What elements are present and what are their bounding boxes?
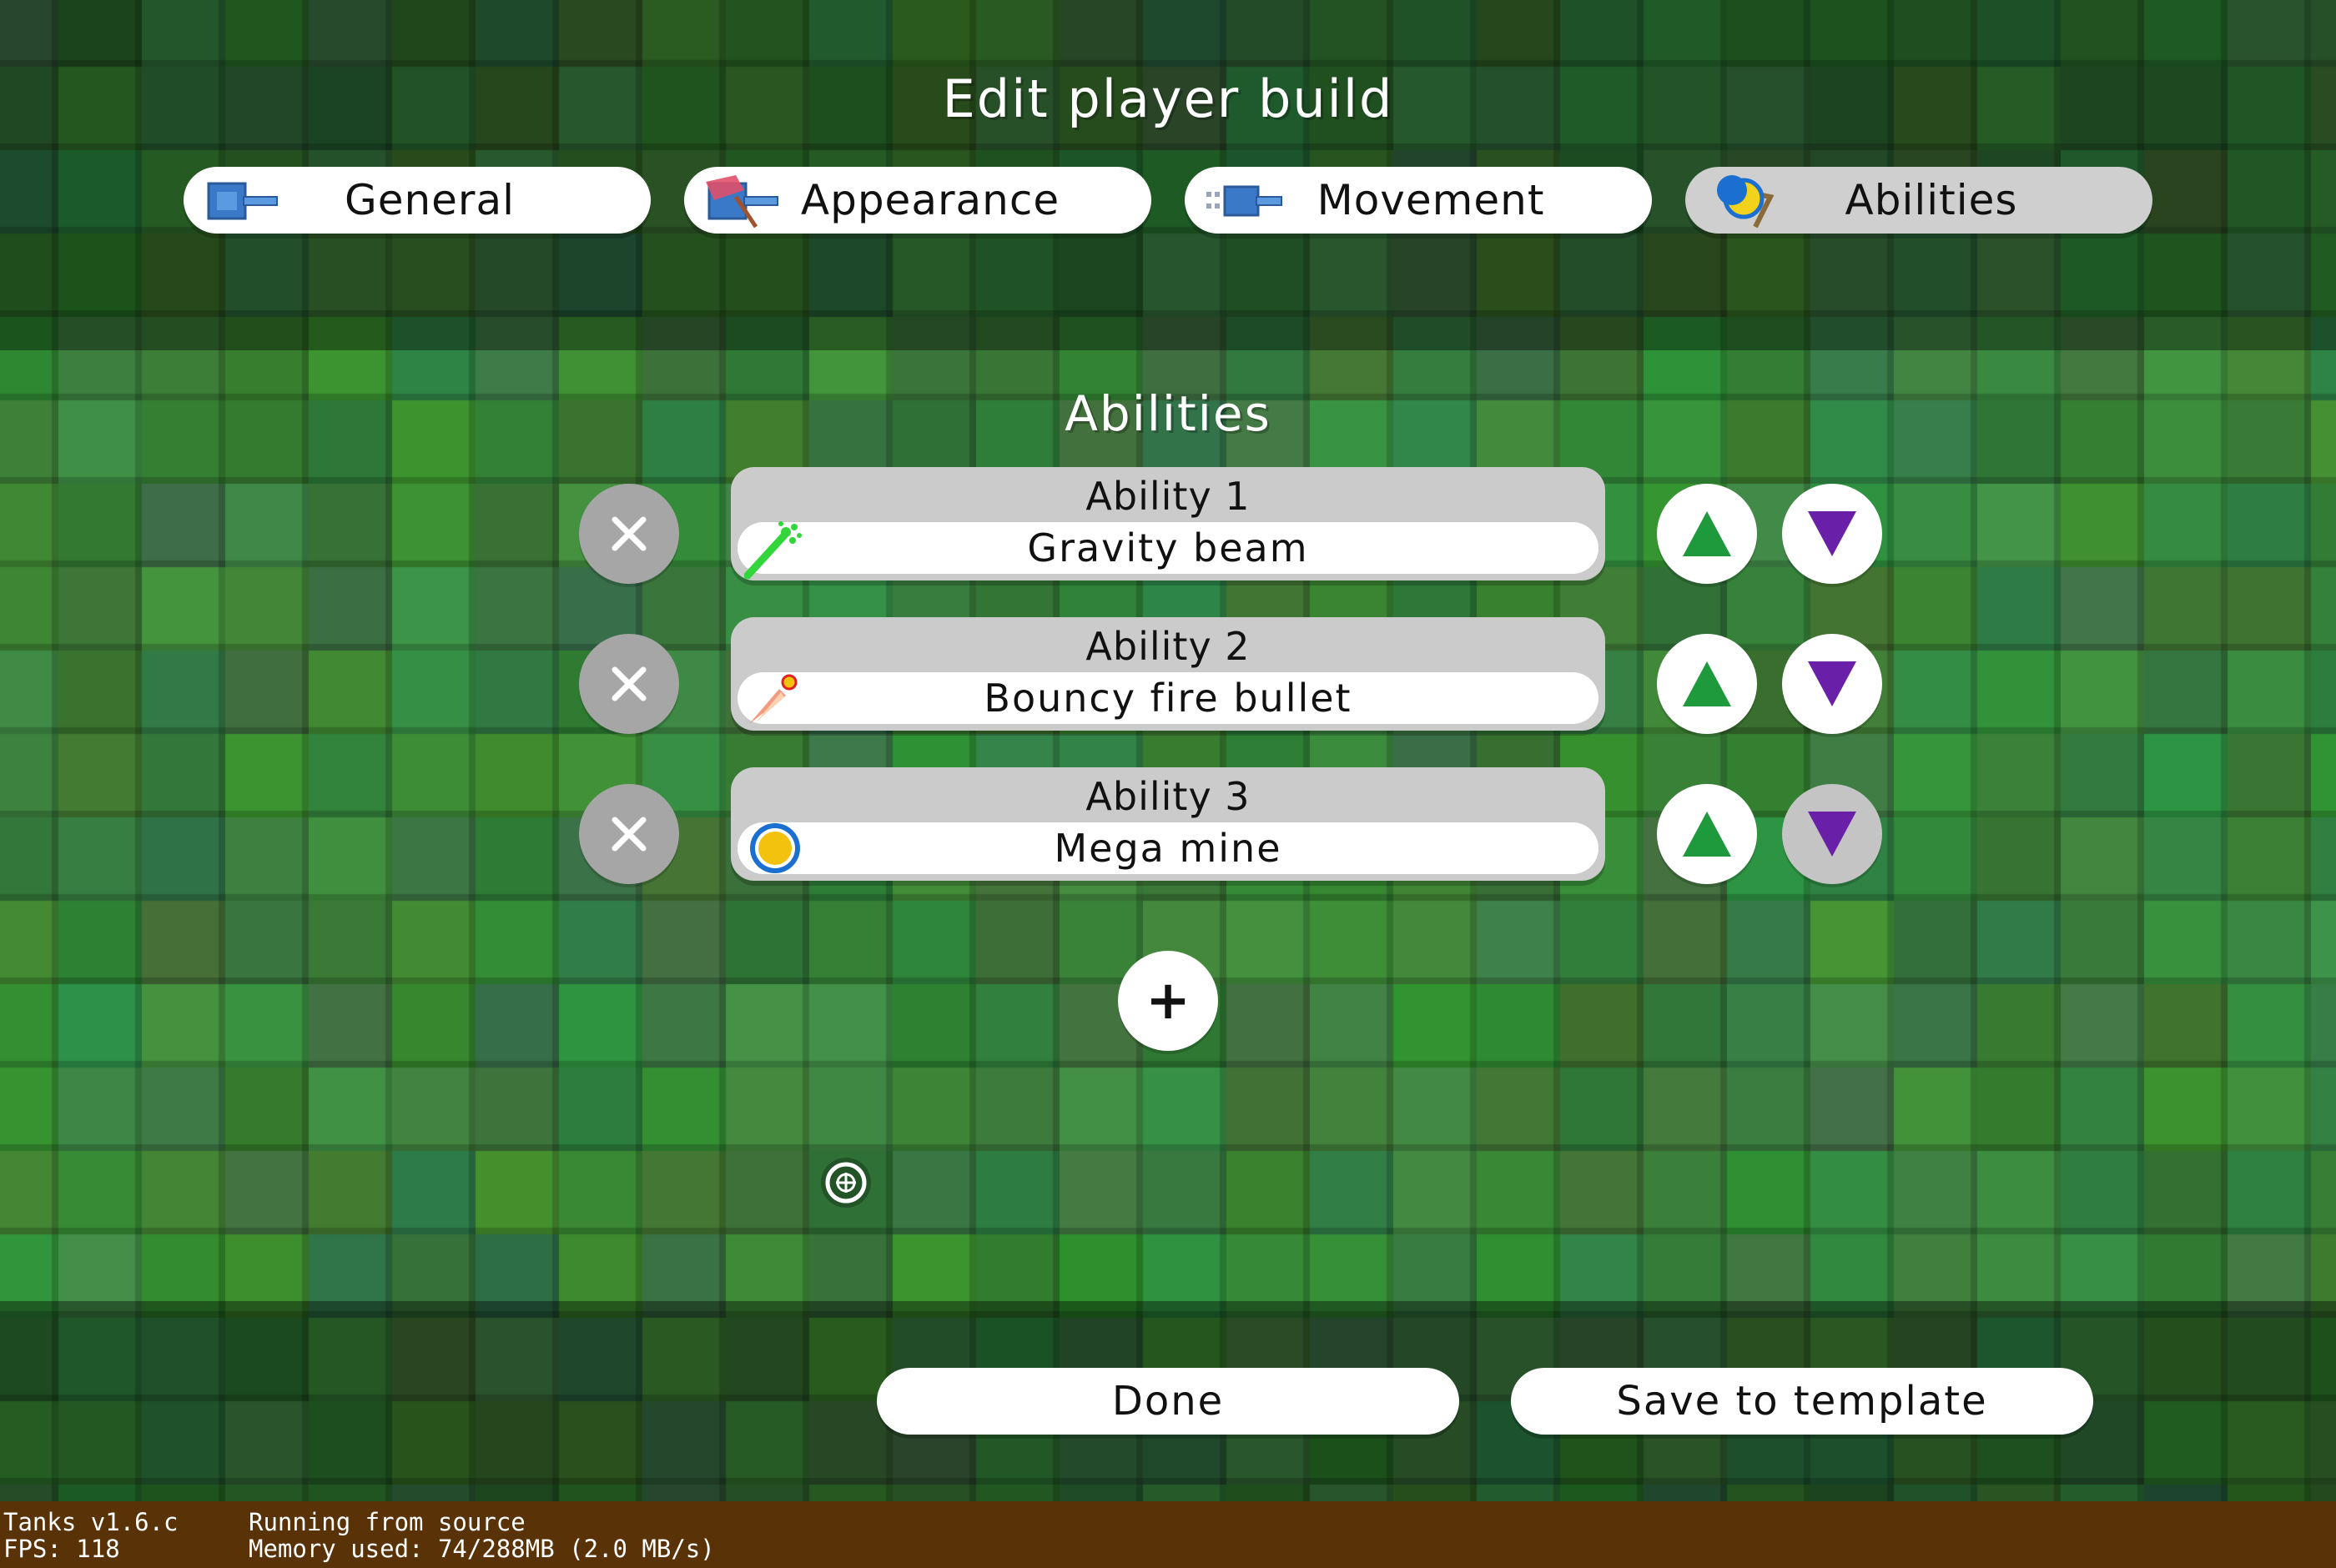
crosshair-cursor-icon xyxy=(821,1158,871,1208)
status-bar: Tanks v1.6.c FPS: 118 Running from sourc… xyxy=(0,1501,2336,1568)
ability-value-label: Bouncy fire bullet xyxy=(984,676,1352,721)
tab-general[interactable]: General xyxy=(184,167,651,234)
add-ability-button[interactable]: + xyxy=(1118,951,1218,1051)
ability-selector[interactable]: Gravity beam xyxy=(738,521,1598,579)
fire-bullet-icon xyxy=(749,674,798,724)
move-up-button[interactable] xyxy=(1657,484,1757,584)
close-icon xyxy=(612,817,647,852)
save-to-template-button[interactable]: Save to template xyxy=(1511,1368,2093,1435)
ability-value-label: Gravity beam xyxy=(1027,525,1309,570)
remove-ability-button[interactable] xyxy=(579,484,679,584)
move-up-button[interactable] xyxy=(1657,634,1757,734)
paint-tank-icon xyxy=(706,175,778,229)
tab-label: Appearance xyxy=(800,176,1060,224)
done-button[interactable]: Done xyxy=(877,1368,1459,1435)
source-label: Running from source xyxy=(249,1508,526,1536)
ability-selector[interactable]: Bouncy fire bullet xyxy=(738,672,1598,724)
arrow-up-icon xyxy=(1683,812,1731,857)
ability-selector[interactable]: Mega mine xyxy=(738,822,1598,874)
ability-slot-label: Ability 1 xyxy=(1085,474,1251,519)
abilities-section-title: Abilities xyxy=(1065,385,1271,442)
moving-tank-icon xyxy=(1206,185,1282,217)
fps-label: FPS: 118 xyxy=(3,1535,120,1563)
ability-slot-3: Ability 3 Mega mine xyxy=(731,767,1605,881)
move-down-button[interactable] xyxy=(1782,784,1882,884)
abilities-icon xyxy=(1717,175,1775,229)
close-icon xyxy=(612,666,647,701)
arrow-up-icon xyxy=(1683,661,1731,706)
plus-icon: + xyxy=(1145,970,1191,1032)
tab-label: Abilities xyxy=(1845,176,2018,224)
mine-icon xyxy=(750,823,800,873)
tab-abilities[interactable]: Abilities xyxy=(1685,167,2152,234)
ability-value-label: Mega mine xyxy=(1054,826,1282,871)
gravity-beam-icon xyxy=(744,521,802,579)
page-title: Edit player build xyxy=(942,68,1394,129)
ability-slot-2: Ability 2 Bouncy fire bullet xyxy=(731,617,1605,731)
version-label: Tanks v1.6.c xyxy=(3,1508,179,1536)
tab-label: General xyxy=(344,176,516,224)
tank-icon xyxy=(207,182,278,220)
memory-label: Memory used: 74/288MB (2.0 MB/s) xyxy=(249,1535,715,1563)
arrow-up-icon xyxy=(1683,511,1731,556)
arrow-down-icon xyxy=(1808,661,1856,706)
close-icon xyxy=(612,516,647,551)
ability-slot-1: Ability 1 Gravity beam xyxy=(731,467,1605,580)
move-down-button[interactable] xyxy=(1782,484,1882,584)
move-up-button[interactable] xyxy=(1657,784,1757,884)
move-down-button[interactable] xyxy=(1782,634,1882,734)
ability-slot-label: Ability 3 xyxy=(1085,774,1251,819)
tab-label: Movement xyxy=(1317,176,1545,224)
tab-appearance[interactable]: Appearance xyxy=(684,167,1151,234)
ability-slot-label: Ability 2 xyxy=(1085,624,1251,669)
remove-ability-button[interactable] xyxy=(579,784,679,884)
remove-ability-button[interactable] xyxy=(579,634,679,734)
arrow-down-icon xyxy=(1808,511,1856,556)
arrow-down-icon xyxy=(1808,812,1856,857)
tab-movement[interactable]: Movement xyxy=(1185,167,1652,234)
